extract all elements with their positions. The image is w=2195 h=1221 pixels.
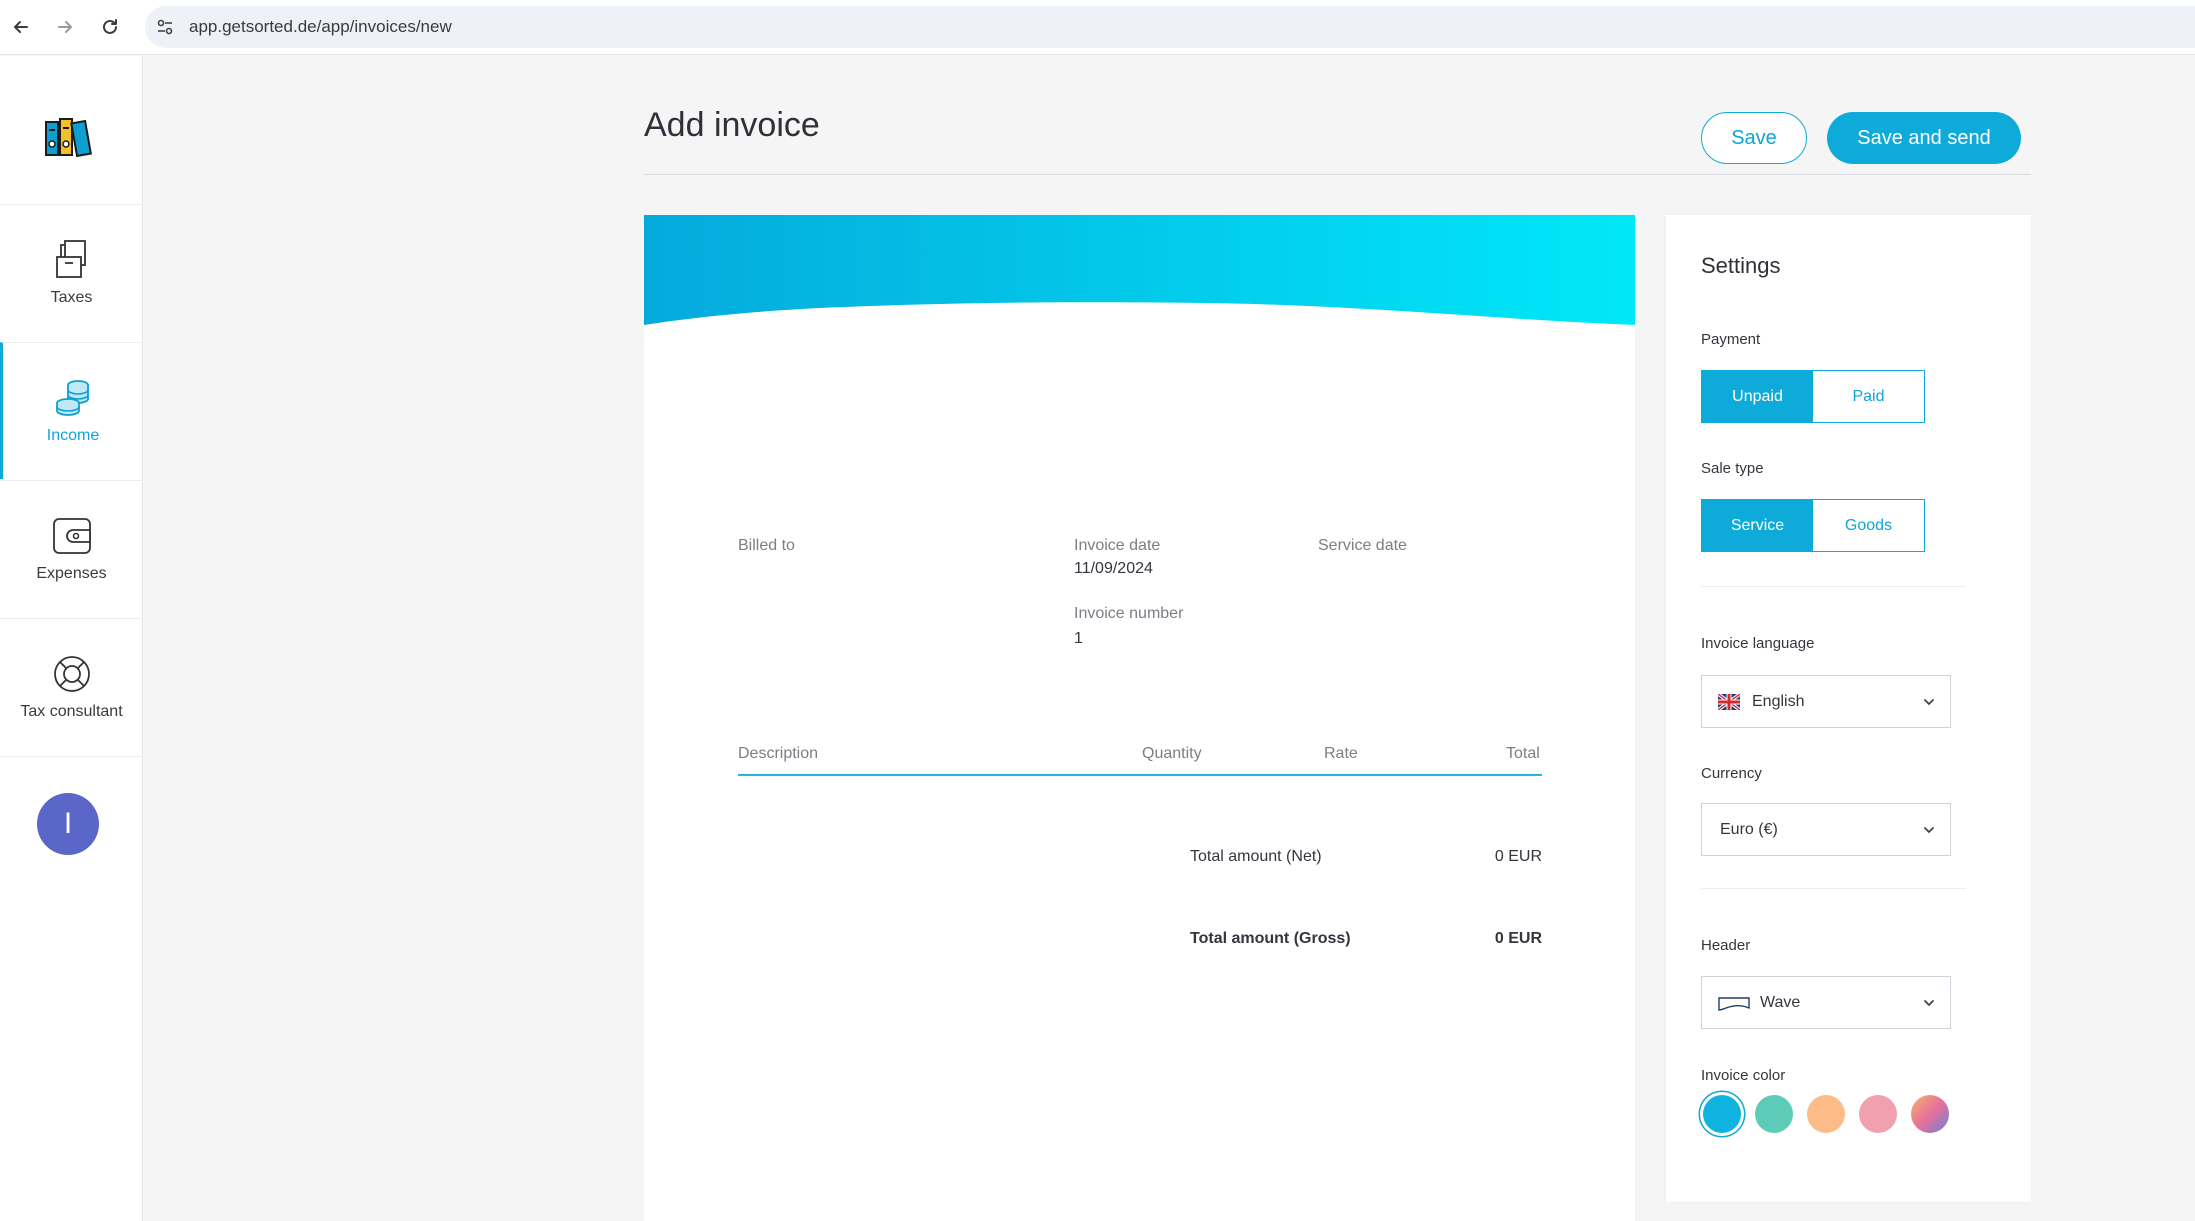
column-total: Total <box>1506 745 1540 762</box>
service-date-label[interactable]: Service date <box>1318 537 1407 555</box>
column-quantity: Quantity <box>1142 745 1202 762</box>
back-arrow-icon[interactable] <box>6 12 36 42</box>
sidebar-divider <box>0 756 143 757</box>
invoice-number-value[interactable]: 1 <box>1074 630 1083 648</box>
color-swatch-orange[interactable] <box>1807 1095 1845 1133</box>
sidebar-item-label: Tax consultant <box>20 703 123 720</box>
sidebar-item-label: Taxes <box>50 289 93 306</box>
wallet-icon <box>52 518 91 554</box>
avatar[interactable]: I <box>37 793 99 855</box>
forward-arrow-icon[interactable] <box>50 12 80 42</box>
invoice-wave-header <box>644 215 1635 325</box>
chevron-down-icon <box>1924 699 1934 706</box>
wave-header-icon <box>1718 997 1750 1011</box>
sale-type-toggle: Service Goods <box>1701 499 1925 552</box>
sidebar-item-tax-consultant[interactable]: Tax consultant <box>0 618 143 755</box>
header-style-select[interactable]: Wave <box>1701 976 1951 1029</box>
color-swatch-blue[interactable] <box>1703 1095 1741 1133</box>
sidebar: Taxes Income Expenses Tax consultant I <box>0 56 143 1221</box>
billed-to-label[interactable]: Billed to <box>738 537 795 555</box>
currency-value: Euro (€) <box>1720 821 1778 838</box>
invoice-date-label: Invoice date <box>1074 537 1161 554</box>
column-rate: Rate <box>1324 745 1358 762</box>
sidebar-item-income[interactable]: Income <box>0 342 143 479</box>
save-button[interactable]: Save <box>1701 112 1807 164</box>
header-style-label: Header <box>1701 937 1751 954</box>
net-total-label: Total amount (Net) <box>1190 848 1322 865</box>
chevron-down-icon <box>1924 827 1934 834</box>
site-settings-icon[interactable] <box>155 17 175 37</box>
color-swatch-teal[interactable] <box>1755 1095 1793 1133</box>
reload-icon[interactable] <box>95 12 125 42</box>
column-description: Description <box>738 745 819 762</box>
sidebar-item-expenses[interactable]: Expenses <box>0 480 143 617</box>
taxes-icon <box>55 240 86 278</box>
uk-flag-icon <box>1718 694 1740 710</box>
sidebar-item-label: Income <box>46 427 100 444</box>
url-text[interactable]: app.getsorted.de/app/invoices/new <box>189 17 452 37</box>
save-and-send-button[interactable]: Save and send <box>1827 112 2021 164</box>
invoice-color-label: Invoice color <box>1701 1067 1786 1084</box>
settings-title: Settings <box>1701 253 1781 278</box>
sidebar-item-label: Expenses <box>36 565 107 582</box>
sale-type-option-goods[interactable]: Goods <box>1813 500 1924 551</box>
page-title: Add invoice <box>644 106 820 144</box>
header-style-value: Wave <box>1760 994 1801 1011</box>
income-coins-icon <box>56 380 89 416</box>
address-bar[interactable]: app.getsorted.de/app/invoices/new <box>145 6 2195 48</box>
gross-total-label: Total amount (Gross) <box>1190 930 1351 947</box>
gross-total-value: 0 EUR <box>1494 930 1542 947</box>
table-header-rule <box>738 774 1542 776</box>
currency-label: Currency <box>1701 765 1762 782</box>
lifebuoy-icon <box>53 656 90 692</box>
invoice-date-value[interactable]: 11/09/2024 <box>1074 560 1153 578</box>
settings-divider <box>1701 888 1966 889</box>
payment-option-paid[interactable]: Paid <box>1813 371 1924 422</box>
invoice-preview: Billed to Invoice date 11/09/2024 Servic… <box>644 215 1635 1221</box>
color-swatch-pink[interactable] <box>1859 1095 1897 1133</box>
invoice-language-value: English <box>1752 693 1805 710</box>
currency-select[interactable]: Euro (€) <box>1701 803 1951 856</box>
payment-label: Payment <box>1701 331 1761 348</box>
payment-toggle: Unpaid Paid <box>1701 370 1925 423</box>
sorted-logo-icon[interactable] <box>44 116 92 158</box>
net-total-value: 0 EUR <box>1494 848 1542 865</box>
sale-type-option-service[interactable]: Service <box>1702 500 1813 551</box>
invoice-number-label: Invoice number <box>1074 605 1184 622</box>
invoice-language-select[interactable]: English <box>1701 675 1951 728</box>
chevron-down-icon <box>1924 1000 1934 1007</box>
browser-toolbar: app.getsorted.de/app/invoices/new <box>0 0 2195 55</box>
invoice-language-label: Invoice language <box>1701 635 1815 652</box>
header-divider <box>644 174 2031 175</box>
sale-type-label: Sale type <box>1701 460 1764 477</box>
settings-panel: Settings Payment Unpaid Paid Sale type S… <box>1666 215 2031 1202</box>
sidebar-item-taxes[interactable]: Taxes <box>0 204 143 341</box>
settings-divider <box>1701 586 1966 587</box>
color-swatch-gradient[interactable] <box>1911 1095 1949 1133</box>
payment-option-unpaid[interactable]: Unpaid <box>1702 371 1813 422</box>
